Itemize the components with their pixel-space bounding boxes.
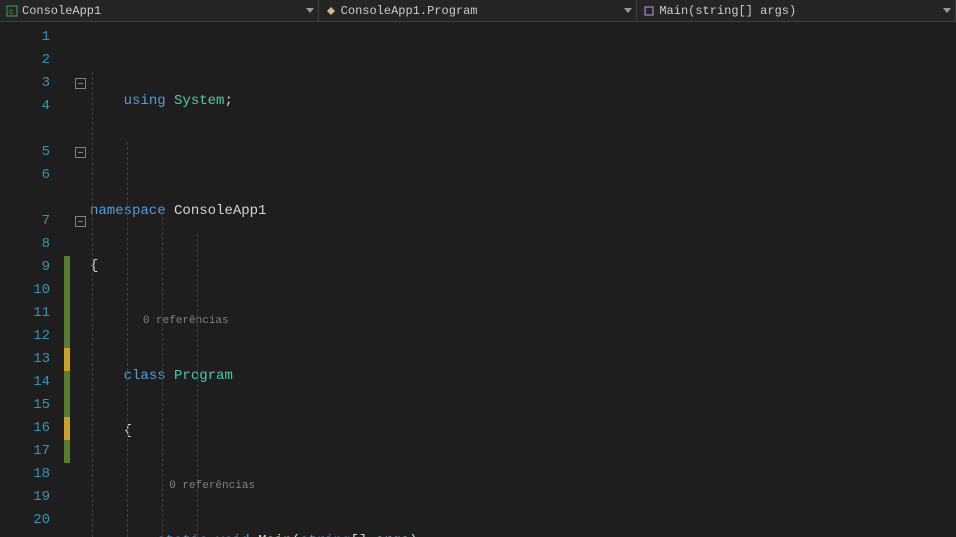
fold-toggle[interactable] (75, 216, 86, 227)
line-number: 15 (0, 394, 64, 417)
line-number: 16 (0, 417, 64, 440)
line-number: 20 (0, 509, 64, 532)
csharp-file-icon: c (6, 5, 18, 17)
scope-label: ConsoleApp1 (22, 4, 101, 18)
codelens-link[interactable]: 0 referências (90, 475, 956, 498)
line-number: 7 (0, 210, 64, 233)
line-spacer (0, 118, 64, 141)
line-number: 3 (0, 72, 64, 95)
fold-toggle[interactable] (75, 147, 86, 158)
code-line[interactable]: using System; (90, 90, 956, 113)
line-number: 6 (0, 164, 64, 187)
navigation-bar: c ConsoleApp1 ConsoleApp1.Program Main(s… (0, 0, 956, 22)
class-icon (325, 5, 337, 17)
code-line[interactable]: static void Main(string[] args) (90, 530, 956, 537)
code-editor[interactable]: 1 2 3 4 5 6 7 8 9 10 11 12 13 14 15 16 1… (0, 22, 956, 537)
line-number: 4 (0, 95, 64, 118)
line-number: 17 (0, 440, 64, 463)
line-number: 2 (0, 49, 64, 72)
line-spacer (0, 187, 64, 210)
line-number: 19 (0, 486, 64, 509)
code-line[interactable]: namespace ConsoleApp1 (90, 200, 956, 223)
line-number: 1 (0, 26, 64, 49)
code-line[interactable]: { (90, 255, 956, 278)
chevron-down-icon (624, 8, 632, 13)
line-number: 14 (0, 371, 64, 394)
scope-label: ConsoleApp1.Program (341, 4, 478, 18)
line-number: 13 (0, 348, 64, 371)
fold-gutter (70, 22, 90, 537)
fold-toggle[interactable] (75, 78, 86, 89)
scope-dropdown-class[interactable]: ConsoleApp1.Program (319, 0, 638, 21)
scope-dropdown-project[interactable]: c ConsoleApp1 (0, 0, 319, 21)
line-number: 18 (0, 463, 64, 486)
line-number-gutter: 1 2 3 4 5 6 7 8 9 10 11 12 13 14 15 16 1… (0, 22, 64, 537)
scope-label: Main(string[] args) (659, 4, 796, 18)
line-number: 11 (0, 302, 64, 325)
chevron-down-icon (943, 8, 951, 13)
line-number: 8 (0, 233, 64, 256)
method-icon (643, 5, 655, 17)
svg-text:c: c (9, 8, 14, 17)
scope-dropdown-member[interactable]: Main(string[] args) (637, 0, 956, 21)
line-number: 9 (0, 256, 64, 279)
line-number: 10 (0, 279, 64, 302)
code-line[interactable] (90, 145, 956, 168)
line-number: 5 (0, 141, 64, 164)
code-line[interactable]: { (90, 420, 956, 443)
codelens-link[interactable]: 0 referências (90, 310, 956, 333)
code-line[interactable]: class Program (90, 365, 956, 388)
chevron-down-icon (306, 8, 314, 13)
line-number: 12 (0, 325, 64, 348)
code-area[interactable]: using System; namespace ConsoleApp1 { 0 … (90, 22, 956, 537)
